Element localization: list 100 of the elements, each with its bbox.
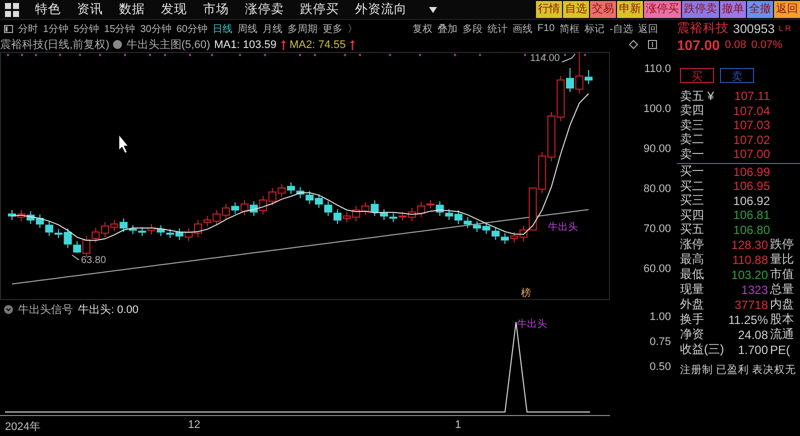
stat-value: 128.30 (730, 238, 768, 252)
candlestick (138, 226, 146, 236)
cursor-icon (118, 134, 128, 154)
tool-button[interactable]: 统计 (487, 22, 508, 36)
order-level-label: 买一 (680, 163, 705, 180)
stat-label: 收益(三) (680, 341, 724, 358)
candlestick (482, 222, 490, 234)
order-level-label: 卖一 (680, 146, 705, 163)
stat-label: 流通 (770, 326, 794, 343)
candlestick (26, 210, 35, 224)
period-tab[interactable]: 月线 (262, 22, 282, 36)
stat-label: 跌停 (770, 236, 794, 253)
order-level-label: 卖二 (680, 131, 705, 148)
tool-button[interactable]: 叠加 (437, 22, 458, 36)
menu-item[interactable]: 跌停买 (292, 1, 347, 18)
stat-value: 1.700 (736, 342, 768, 356)
leader-line (562, 54, 576, 62)
chart-title: 震裕科技(日线,前复权) (0, 38, 110, 52)
price-tick: 80.00 (643, 183, 671, 195)
quick-button[interactable]: 自选 (563, 1, 589, 18)
ma1-value: MA1: 103.59 (214, 38, 277, 50)
quick-button[interactable]: 返回 (774, 1, 800, 18)
date-tick: 2024年 (5, 420, 40, 434)
candlestick (175, 228, 184, 240)
period-tab[interactable]: 日线 (212, 22, 232, 36)
menu-item[interactable]: 资讯 (69, 1, 111, 18)
up-arrow-icon (350, 40, 355, 50)
up-arrow-icon (280, 40, 286, 50)
order-price: 107.00 (732, 147, 770, 162)
period-tab[interactable]: 多周期 (288, 22, 318, 36)
tool-button[interactable]: F10 (537, 23, 555, 34)
grid-menu-icon[interactable] (5, 2, 19, 16)
menu-item[interactable]: 涨停卖 (237, 1, 292, 18)
menu-item[interactable]: 特色 (27, 1, 69, 18)
stat-label: 最低 (680, 266, 705, 283)
candlestick (222, 204, 230, 220)
diamond-icon[interactable] (629, 40, 638, 49)
stat-label: 量比 (770, 251, 794, 268)
period-tab[interactable]: 5分钟 (74, 22, 100, 36)
low-price-label: 63.80 (81, 255, 106, 266)
info-box-icon[interactable] (648, 40, 657, 49)
price-tick: 110.0 (644, 63, 671, 75)
candlestick (296, 186, 304, 198)
indicator-value: 牛出头: 0.00 (78, 303, 139, 317)
candlestick (314, 194, 323, 208)
menu-item[interactable]: 市场 (195, 1, 237, 18)
tool-button[interactable]: 简框 (560, 22, 580, 36)
date-tick: 12 (188, 419, 200, 431)
collapse-icon[interactable] (4, 305, 13, 314)
quick-button[interactable]: 申新 (617, 1, 643, 18)
period-tab[interactable]: 30分钟 (140, 22, 172, 36)
tool-button[interactable]: 标记 (584, 22, 605, 36)
candlestick (324, 200, 332, 216)
tool-button[interactable]: 画线 (512, 22, 532, 36)
rank-label: 榜 (521, 286, 531, 300)
percent-change: 0.07% (751, 39, 782, 51)
candlestick (156, 224, 165, 236)
tool-button[interactable]: 复权 (412, 22, 432, 36)
stat-label: 外盘 (680, 296, 705, 313)
company-tags: 注册制 已盈利 表决权无 (677, 357, 800, 377)
stat-value: 103.20 (730, 268, 768, 282)
panel-toggle-icon[interactable] (4, 24, 13, 32)
stat-label: 现量 (680, 281, 705, 298)
dropdown-caret-icon[interactable] (429, 6, 437, 12)
indicator-tick: 0.50 (650, 361, 671, 373)
stat-value: 110.88 (731, 252, 768, 266)
menu-item[interactable]: 发现 (153, 1, 195, 18)
period-tab[interactable]: 周线 (238, 22, 258, 36)
period-tab[interactable]: 分时 (18, 22, 38, 36)
order-level-label: 卖三 (680, 116, 705, 133)
period-tab[interactable]: 15分钟 (104, 22, 136, 36)
more-arrow[interactable]: 〉 (348, 22, 358, 36)
candlestick (36, 214, 44, 228)
tool-button[interactable]: -自选 (610, 22, 633, 36)
stat-label: 内盘 (770, 296, 794, 313)
trade-button[interactable]: 买 (680, 68, 714, 83)
stat-label: 换手 (680, 311, 705, 328)
candlestick (445, 208, 454, 220)
candlestick (464, 216, 472, 228)
settings-dot-icon[interactable] (113, 40, 122, 49)
period-tab[interactable]: 更多 (322, 22, 342, 36)
tool-button[interactable]: 返回 (638, 22, 658, 36)
stock-code: 300953 (733, 22, 775, 36)
price-tick: 90.00 (643, 143, 671, 155)
price-tick: 100.0 (643, 103, 671, 115)
order-level-label: 买三 (680, 192, 705, 210)
order-price: 107.04 (732, 104, 770, 118)
order-level-label: 买五 (680, 221, 705, 238)
stat-value: 37718 (734, 298, 768, 312)
menu-item[interactable]: 数据 (111, 1, 153, 18)
indicator-title: 牛出头信号 (18, 303, 73, 317)
candlestick (361, 202, 370, 216)
period-tab[interactable]: 1分钟 (43, 22, 69, 36)
menu-item[interactable]: 外资流向 (347, 1, 415, 18)
quick-button[interactable]: 行情 (536, 1, 562, 18)
tool-button[interactable]: 多段 (462, 22, 482, 36)
order-level-label: 买四 (680, 206, 705, 224)
order-price: 106.95 (732, 179, 770, 194)
high-price-label: 114.00 (530, 53, 560, 64)
period-tab[interactable]: 60分钟 (176, 22, 208, 36)
